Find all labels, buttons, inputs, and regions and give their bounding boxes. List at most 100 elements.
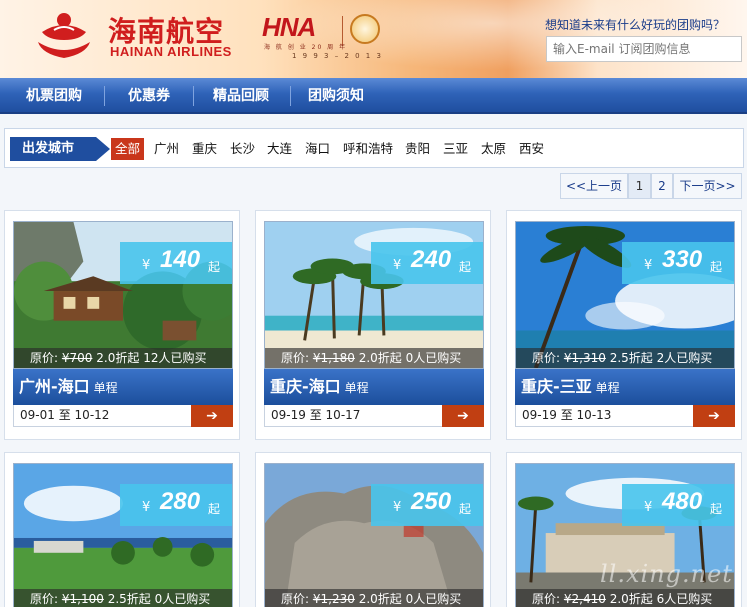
nav-divider	[193, 86, 194, 106]
original-price-label: 原价:	[281, 351, 310, 365]
email-subscribe-input[interactable]	[546, 36, 742, 62]
deal-info-strip: 原价: ¥1,180 2.0折起 0人已购买	[265, 348, 483, 368]
original-price-label: 原价:	[30, 351, 59, 365]
brand-name-en: HAINAN AIRLINES	[110, 44, 232, 59]
original-price: ¥2,410	[563, 592, 606, 606]
discount-suffix: 折起	[126, 592, 151, 606]
trip-type: 单程	[93, 381, 118, 395]
price-from-label: 起	[710, 502, 723, 516]
city-all[interactable]: 全部	[111, 138, 145, 160]
date-range: 09-01 至 10-12 ➔	[13, 405, 233, 427]
bought-suffix: 人已购买	[413, 351, 462, 365]
route-bar[interactable]: 重庆-三亚 单程	[515, 369, 735, 405]
bought-suffix: 人已购买	[162, 592, 211, 606]
price-tag: ¥ 140 起	[120, 242, 232, 284]
deal-info-strip: 原价: ¥2,410 2.0折起 6人已购买	[516, 589, 734, 607]
route-name: 广州-海口	[19, 377, 90, 396]
nav-item-review[interactable]: 精品回顾	[200, 78, 282, 114]
discount-value: 2.0	[96, 351, 116, 365]
route-name: 重庆-海口	[270, 377, 341, 396]
hna-subtitle: 海 航 创 业 20 周 年	[264, 44, 348, 51]
departure-city-label: 出发城市	[10, 137, 110, 161]
city-xian[interactable]: 西安	[517, 138, 546, 160]
go-arrow-button[interactable]: ➔	[191, 405, 233, 427]
discount-value: 2.0	[609, 592, 629, 606]
price-from-label: 起	[208, 260, 221, 274]
price-tag: ¥ 250 起	[371, 484, 483, 526]
city-haikou[interactable]: 海口	[303, 138, 332, 160]
hainan-airlines-logo-icon[interactable]	[36, 10, 92, 62]
deal-info-strip: 原价: ¥1,100 2.5折起 0人已购买	[14, 589, 232, 607]
go-arrow-button[interactable]: ➔	[442, 405, 484, 427]
bought-suffix: 人已购买	[413, 592, 462, 606]
date-to-label: 至	[309, 408, 322, 422]
city-changsha[interactable]: 长沙	[228, 138, 257, 160]
deal-price: 250	[411, 488, 452, 515]
deal-info-strip: 原价: ¥1,230 2.0折起 0人已购买	[265, 589, 483, 607]
deal-card[interactable]: ¥ 240 起 原价: ¥1,180 2.0折起 0人已购买 重庆-海口 单程 0…	[255, 210, 491, 440]
original-price-label: 原价:	[30, 592, 59, 606]
deal-card[interactable]: ¥ 330 起 原价: ¥1,310 2.5折起 2人已购买 重庆-三亚 单程 0…	[506, 210, 742, 440]
end-date: 10-17	[325, 408, 361, 422]
trip-type: 单程	[344, 381, 369, 395]
start-date: 09-01	[20, 408, 55, 422]
yen-symbol: ¥	[644, 500, 653, 515]
deal-photo[interactable]: ¥ 140 起 原价: ¥700 2.0折起 12人已购买	[13, 221, 233, 369]
nav-item-guide[interactable]: 团购须知	[298, 78, 374, 114]
deal-price: 480	[662, 488, 703, 515]
deal-card[interactable]: ¥ 250 起 原价: ¥1,230 2.0折起 0人已购买	[255, 452, 491, 607]
page-1-button[interactable]: 1	[628, 173, 651, 199]
departure-city-filter: 出发城市 全部 广州 重庆 长沙 大连 海口 呼和浩特 贵阳 三亚 太原 西安	[4, 128, 744, 168]
discount-value: 2.5	[609, 351, 629, 365]
deal-photo[interactable]: ¥ 250 起 原价: ¥1,230 2.0折起 0人已购买	[264, 463, 484, 607]
deal-price: 280	[160, 488, 201, 515]
date-to-label: 至	[58, 408, 71, 422]
route-bar[interactable]: 广州-海口 单程	[13, 369, 233, 405]
deal-price: 330	[662, 246, 703, 273]
hna-anniversary-logo: HNA 海 航 创 业 20 周 年 1 9 9 3 – 2 0 1 3	[262, 12, 392, 62]
bought-suffix: 人已购买	[664, 592, 713, 606]
date-range: 09-19 至 10-17 ➔	[264, 405, 484, 427]
deal-price: 240	[411, 246, 452, 273]
nav-item-flight-groupbuy[interactable]: 机票团购	[12, 78, 96, 114]
price-from-label: 起	[208, 502, 221, 516]
deal-photo[interactable]: ¥ 280 起 原价: ¥1,100 2.5折起 0人已购买	[13, 463, 233, 607]
nav-item-coupons[interactable]: 优惠券	[112, 78, 186, 114]
deal-photo[interactable]: ¥ 330 起 原价: ¥1,310 2.5折起 2人已购买	[515, 221, 735, 369]
original-price: ¥700	[61, 351, 93, 365]
deal-card[interactable]: ¥ 280 起 原价: ¥1,100 2.5折起 0人已购买	[4, 452, 240, 607]
date-range: 09-19 至 10-13 ➔	[515, 405, 735, 427]
price-from-label: 起	[710, 260, 723, 274]
go-arrow-button[interactable]: ➔	[693, 405, 735, 427]
date-to-label: 至	[560, 408, 573, 422]
hna-logo-text: HNA	[262, 12, 316, 42]
route-bar[interactable]: 重庆-海口 单程	[264, 369, 484, 405]
bought-count: 12	[143, 351, 159, 365]
bought-suffix: 人已购买	[158, 351, 207, 365]
deal-card[interactable]: ¥ 140 起 原价: ¥700 2.0折起 12人已购买 广州-海口 单程 09…	[4, 210, 240, 440]
anniversary-seal-icon	[350, 14, 380, 44]
hna-years: 1 9 9 3 – 2 0 1 3	[292, 52, 383, 60]
city-guiyang[interactable]: 贵阳	[403, 138, 432, 160]
nav-divider	[104, 86, 105, 106]
price-from-label: 起	[459, 502, 472, 516]
discount-suffix: 折起	[628, 592, 653, 606]
price-tag: ¥ 240 起	[371, 242, 483, 284]
main-nav: 机票团购 优惠券 精品回顾 团购须知	[0, 78, 747, 114]
route-name: 重庆-三亚	[521, 377, 592, 396]
city-hohhot[interactable]: 呼和浩特	[341, 138, 395, 160]
city-chongqing[interactable]: 重庆	[190, 138, 219, 160]
next-page-button[interactable]: 下一页>>	[673, 173, 742, 199]
city-taiyuan[interactable]: 太原	[479, 138, 508, 160]
page-2-button[interactable]: 2	[651, 173, 673, 199]
city-sanya[interactable]: 三亚	[441, 138, 470, 160]
yen-symbol: ¥	[393, 258, 402, 273]
discount-suffix: 折起	[377, 351, 402, 365]
end-date: 10-12	[74, 408, 110, 422]
site-header: 海南航空 HAINAN AIRLINES HNA 海 航 创 业 20 周 年 …	[0, 0, 747, 78]
city-dalian[interactable]: 大连	[265, 138, 294, 160]
original-price: ¥1,230	[312, 592, 355, 606]
deal-photo[interactable]: ¥ 240 起 原价: ¥1,180 2.0折起 0人已购买	[264, 221, 484, 369]
prev-page-button[interactable]: <<上一页	[560, 173, 628, 199]
city-guangzhou[interactable]: 广州	[152, 138, 181, 160]
